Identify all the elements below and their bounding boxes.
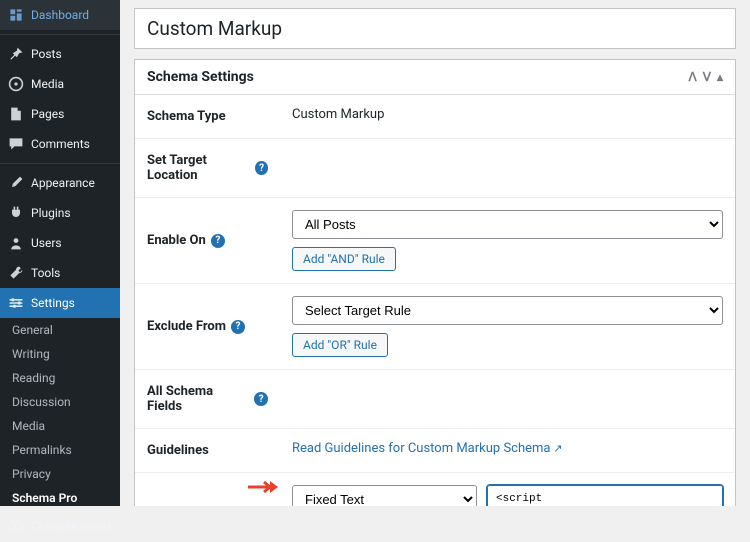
schema-settings-panel: Schema Settings ᐱ ᐯ ▴ Schema Type Custom…	[134, 59, 736, 506]
arrow-annotation-icon	[248, 479, 278, 495]
markup-type-select[interactable]: Fixed Text	[292, 485, 477, 506]
panel-toggle-icon[interactable]: ▴	[717, 70, 723, 84]
schema-type-label: Schema Type	[135, 95, 280, 138]
sidebar-item-settings[interactable]: Settings	[0, 288, 120, 318]
target-heading-label: Set Target Location	[147, 153, 250, 183]
users-icon	[8, 235, 24, 251]
help-icon[interactable]: ?	[231, 320, 245, 334]
panel-heading: Schema Settings ᐱ ᐯ ▴	[135, 60, 735, 95]
sidebar-item-posts[interactable]: Posts	[0, 39, 120, 69]
heading-text: Schema Settings	[147, 69, 254, 85]
page-icon	[8, 106, 24, 122]
sidebar-item-label: Users	[31, 236, 62, 250]
pin-icon	[8, 46, 24, 62]
page-title: Custom Markup	[134, 8, 736, 49]
sidebar-item-pages[interactable]: Pages	[0, 99, 120, 129]
settings-icon	[8, 295, 24, 311]
sidebar-item-label: Dashboard	[31, 8, 89, 22]
dashboard-icon	[8, 7, 24, 23]
add-and-rule-button[interactable]: Add "AND" Rule	[292, 247, 396, 271]
comment-icon	[8, 136, 24, 152]
collapse-icon	[8, 518, 24, 534]
sidebar-item-label: Appearance	[31, 176, 95, 190]
wrench-icon	[8, 265, 24, 281]
sidebar-item-label: Media	[31, 77, 64, 91]
guidelines-link[interactable]: Read Guidelines for Custom Markup Schema	[292, 441, 562, 456]
submenu-media[interactable]: Media	[0, 414, 120, 438]
sidebar-item-label: Pages	[31, 107, 64, 121]
help-icon[interactable]: ?	[211, 234, 225, 248]
admin-sidebar: Dashboard Posts Media Pages Comments App…	[0, 0, 120, 506]
sidebar-item-users[interactable]: Users	[0, 228, 120, 258]
exclude-from-row: Exclude From ? Select Target Rule Add "O…	[135, 284, 735, 370]
submenu-general[interactable]: General	[0, 318, 120, 342]
add-or-rule-button[interactable]: Add "OR" Rule	[292, 333, 388, 357]
sidebar-item-label: Posts	[31, 47, 62, 61]
sidebar-item-plugins[interactable]: Plugins	[0, 198, 120, 228]
schema-type-row: Schema Type Custom Markup	[135, 95, 735, 139]
main-content: Custom Markup Schema Settings ᐱ ᐯ ▴ Sche…	[120, 0, 750, 506]
help-icon[interactable]: ?	[254, 392, 268, 406]
sidebar-item-dashboard[interactable]: Dashboard	[0, 0, 120, 30]
enable-on-label: Enable On	[147, 233, 206, 248]
all-fields-label: All Schema Fields	[147, 384, 249, 414]
custom-markup-row: Custom Markup ? Fixed Text	[135, 473, 735, 506]
help-icon[interactable]: ?	[255, 161, 268, 175]
all-fields-heading-row: All Schema Fields ?	[135, 370, 735, 429]
collapse-label: Collapse menu	[31, 519, 110, 533]
sidebar-item-label: Tools	[31, 266, 60, 280]
guidelines-label: Guidelines	[135, 429, 280, 472]
submenu-privacy[interactable]: Privacy	[0, 462, 120, 486]
markup-code-textarea[interactable]	[487, 485, 723, 506]
sidebar-item-media[interactable]: Media	[0, 69, 120, 99]
media-icon	[8, 76, 24, 92]
enable-on-row: Enable On ? All Posts Add "AND" Rule	[135, 198, 735, 284]
sidebar-item-comments[interactable]: Comments	[0, 129, 120, 159]
exclude-from-label: Exclude From	[147, 319, 226, 334]
submenu-permalinks[interactable]: Permalinks	[0, 438, 120, 462]
submenu-discussion[interactable]: Discussion	[0, 390, 120, 414]
panel-down-icon[interactable]: ᐯ	[703, 70, 711, 84]
schema-type-value: Custom Markup	[280, 95, 735, 138]
sidebar-item-tools[interactable]: Tools	[0, 258, 120, 288]
sidebar-item-label: Comments	[31, 137, 90, 151]
plug-icon	[8, 205, 24, 221]
sidebar-item-label: Plugins	[31, 206, 71, 220]
panel-up-icon[interactable]: ᐱ	[689, 70, 697, 84]
sidebar-item-label: Settings	[31, 296, 75, 310]
submenu-reading[interactable]: Reading	[0, 366, 120, 390]
submenu-writing[interactable]: Writing	[0, 342, 120, 366]
submenu-schema-pro[interactable]: Schema Pro	[0, 486, 120, 510]
collapse-menu[interactable]: Collapse menu	[0, 510, 120, 542]
sidebar-item-appearance[interactable]: Appearance	[0, 168, 120, 198]
guidelines-row: Guidelines Read Guidelines for Custom Ma…	[135, 429, 735, 473]
brush-icon	[8, 175, 24, 191]
enable-on-select[interactable]: All Posts	[292, 210, 723, 239]
target-heading-row: Set Target Location ?	[135, 139, 735, 198]
exclude-from-select[interactable]: Select Target Rule	[292, 296, 723, 325]
